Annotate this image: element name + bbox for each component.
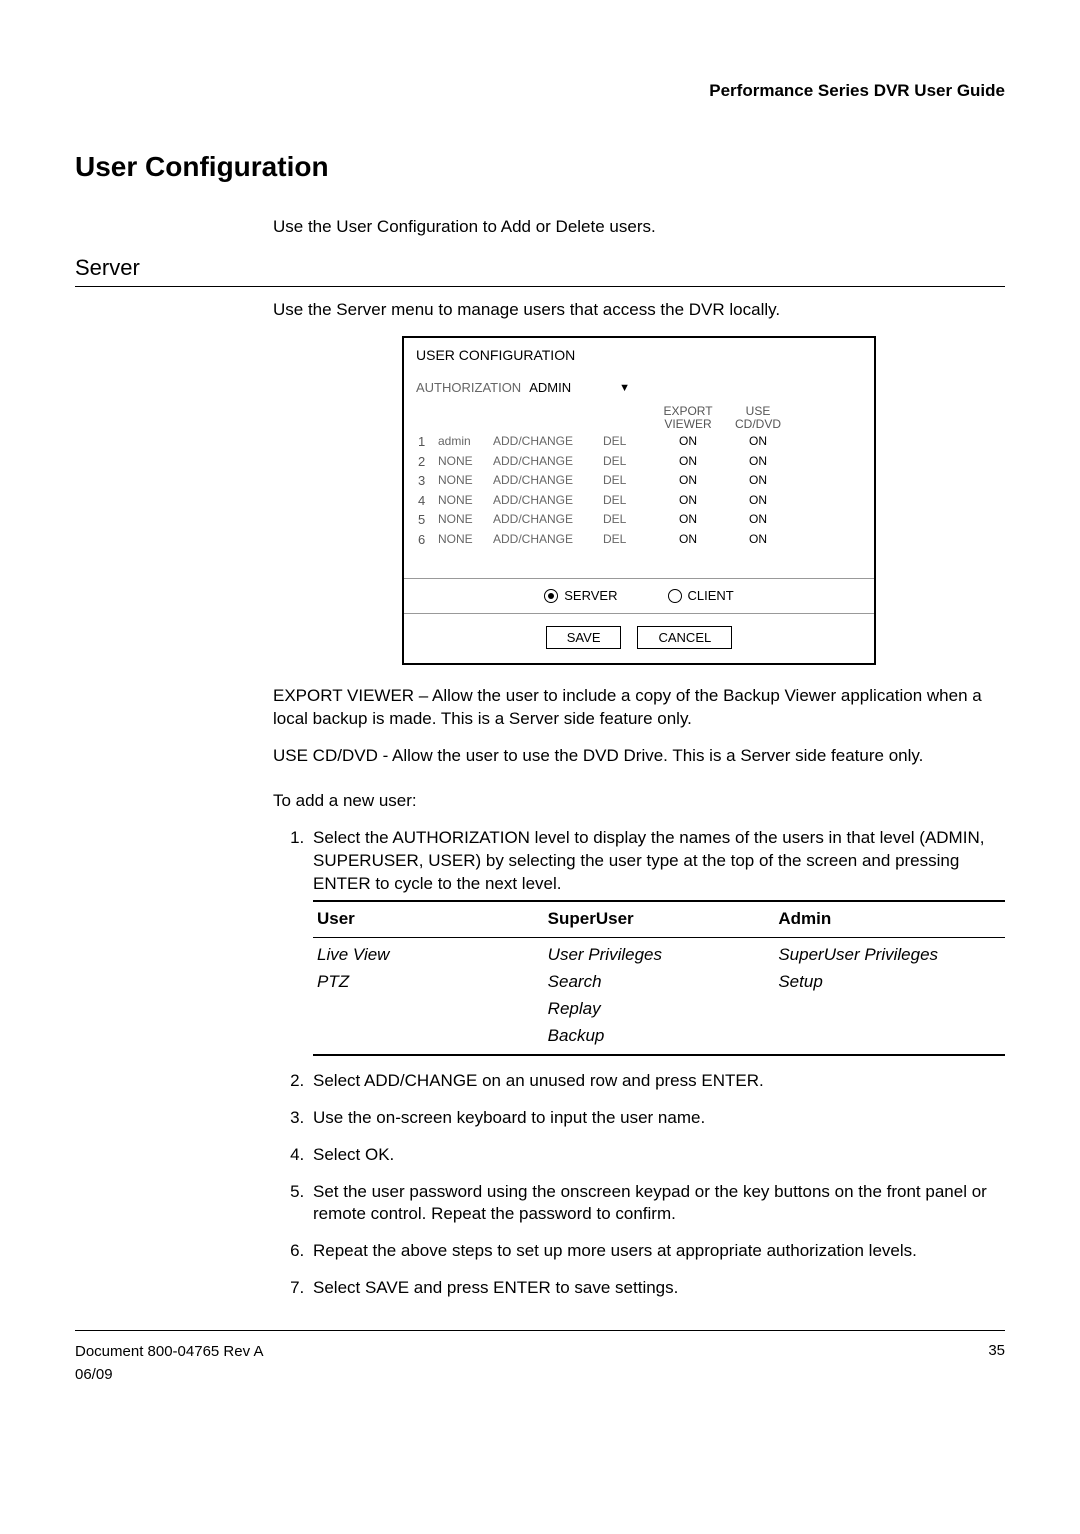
export-toggle[interactable]: ON (648, 472, 728, 490)
step-1: Select the AUTHORIZATION level to displa… (309, 827, 1005, 1056)
cancel-button[interactable]: CANCEL (637, 626, 732, 650)
section-heading: User Configuration (75, 148, 1005, 186)
step-5: Set the user password using the onscreen… (309, 1181, 1005, 1227)
priv-cell: Search (544, 969, 775, 996)
add-change[interactable]: ADD/CHANGE (493, 472, 603, 490)
row-num: 4 (418, 492, 438, 510)
col-header-cddvd: USECD/DVD (728, 405, 788, 431)
dropdown-icon[interactable]: ▼ (619, 381, 630, 396)
del[interactable]: DEL (603, 472, 648, 490)
add-change[interactable]: ADD/CHANGE (493, 511, 603, 529)
auth-value[interactable]: ADMIN (529, 379, 571, 397)
cddvd-toggle[interactable]: ON (728, 472, 788, 490)
privilege-table: User SuperUser Admin Live ViewUser Privi… (313, 900, 1005, 1056)
row-num: 1 (418, 433, 438, 451)
user-table: EXPORTVIEWERUSECD/DVD1adminADD/CHANGEDEL… (404, 405, 874, 579)
del[interactable]: DEL (603, 453, 648, 471)
step-4: Select OK. (309, 1144, 1005, 1167)
priv-cell (774, 996, 1005, 1023)
client-radio-label: CLIENT (688, 587, 734, 605)
add-user-intro: To add a new user: (273, 790, 1005, 813)
page: Performance Series DVR User Guide User C… (0, 0, 1080, 1534)
priv-cell (774, 1023, 1005, 1050)
auth-label: AUTHORIZATION (416, 379, 521, 397)
cddvd-toggle[interactable]: ON (728, 511, 788, 529)
priv-cell: Replay (544, 996, 775, 1023)
footer-rule (75, 1330, 1005, 1331)
cddvd-desc: USE CD/DVD - Allow the user to use the D… (273, 745, 1005, 768)
priv-cell (313, 996, 544, 1023)
priv-cell: User Privileges (544, 942, 775, 969)
add-change[interactable]: ADD/CHANGE (493, 531, 603, 549)
col-header-export: EXPORTVIEWER (648, 405, 728, 431)
server-radio-label: SERVER (564, 587, 617, 605)
user-config-figure: USER CONFIGURATION AUTHORIZATION ADMIN ▼… (402, 336, 876, 665)
row-num: 6 (418, 531, 438, 549)
add-change[interactable]: ADD/CHANGE (493, 492, 603, 510)
add-change[interactable]: ADD/CHANGE (493, 453, 603, 471)
footer: Document 800-04765 Rev A 06/09 35 (75, 1341, 1005, 1386)
row-num: 3 (418, 472, 438, 490)
subsection-rule (75, 286, 1005, 287)
authorization-row: AUTHORIZATION ADMIN ▼ (404, 369, 874, 405)
del[interactable]: DEL (603, 492, 648, 510)
export-toggle[interactable]: ON (648, 492, 728, 510)
step-7: Select SAVE and press ENTER to save sett… (309, 1277, 1005, 1300)
steps-list: Select the AUTHORIZATION level to displa… (273, 827, 1005, 1300)
del[interactable]: DEL (603, 531, 648, 549)
cddvd-toggle[interactable]: ON (728, 492, 788, 510)
export-toggle[interactable]: ON (648, 531, 728, 549)
footer-date: 06/09 (75, 1364, 263, 1387)
row-user: NONE (438, 531, 493, 549)
client-radio[interactable]: CLIENT (668, 587, 734, 605)
cddvd-toggle[interactable]: ON (728, 453, 788, 471)
export-viewer-desc: EXPORT VIEWER – Allow the user to includ… (273, 685, 1005, 731)
subsection-heading: Server (75, 253, 1005, 283)
intro-text: Use the User Configuration to Add or Del… (273, 216, 1005, 239)
cddvd-toggle[interactable]: ON (728, 433, 788, 451)
priv-cell: Live View (313, 942, 544, 969)
row-num: 2 (418, 453, 438, 471)
priv-hdr-admin: Admin (774, 906, 1005, 933)
row-user: NONE (438, 453, 493, 471)
row-user: NONE (438, 472, 493, 490)
footer-page: 35 (988, 1341, 1005, 1386)
row-user: admin (438, 433, 493, 451)
priv-cell: Backup (544, 1023, 775, 1050)
figure-buttons: SAVE CANCEL (404, 614, 874, 664)
step-6: Repeat the above steps to set up more us… (309, 1240, 1005, 1263)
cddvd-toggle[interactable]: ON (728, 531, 788, 549)
server-radio[interactable]: SERVER (544, 587, 617, 605)
export-toggle[interactable]: ON (648, 511, 728, 529)
del[interactable]: DEL (603, 511, 648, 529)
step-2: Select ADD/CHANGE on an unused row and p… (309, 1070, 1005, 1093)
step-1-text: Select the AUTHORIZATION level to displa… (313, 828, 984, 893)
priv-hdr-superuser: SuperUser (544, 906, 775, 933)
figure-title: USER CONFIGURATION (404, 338, 874, 369)
export-toggle[interactable]: ON (648, 453, 728, 471)
row-user: NONE (438, 492, 493, 510)
priv-hdr-user: User (313, 906, 544, 933)
priv-cell: Setup (774, 969, 1005, 996)
priv-cell: SuperUser Privileges (774, 942, 1005, 969)
row-num: 5 (418, 511, 438, 529)
step-3: Use the on-screen keyboard to input the … (309, 1107, 1005, 1130)
save-button[interactable]: SAVE (546, 626, 622, 650)
priv-cell: PTZ (313, 969, 544, 996)
priv-cell (313, 1023, 544, 1050)
export-toggle[interactable]: ON (648, 433, 728, 451)
row-user: NONE (438, 511, 493, 529)
header-title: Performance Series DVR User Guide (75, 80, 1005, 103)
server-intro: Use the Server menu to manage users that… (273, 299, 1005, 322)
add-change[interactable]: ADD/CHANGE (493, 433, 603, 451)
del[interactable]: DEL (603, 433, 648, 451)
footer-doc: Document 800-04765 Rev A (75, 1341, 263, 1364)
radio-row: SERVER CLIENT (404, 578, 874, 614)
